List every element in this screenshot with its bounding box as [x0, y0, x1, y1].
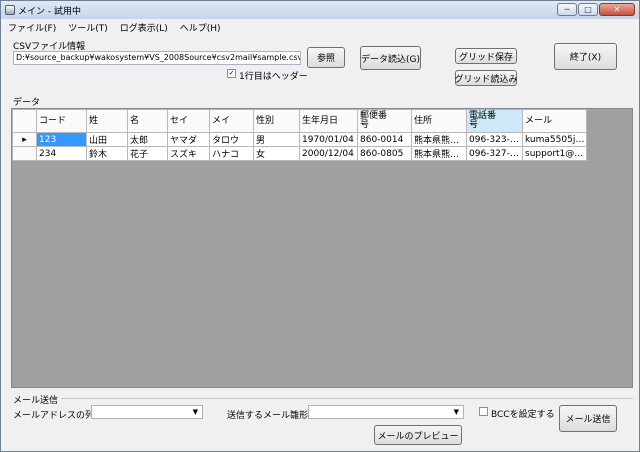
table-cell[interactable]: 2000/12/04	[299, 146, 358, 161]
dropdown-arrow-icon: ▼	[192, 408, 198, 416]
header-checkbox-label: 1行目はヘッダー	[239, 72, 308, 82]
table-cell[interactable]: スズキ	[167, 146, 210, 161]
close-button[interactable]: ✕	[599, 3, 635, 16]
bcc-checkbox[interactable]	[479, 407, 488, 416]
row-header	[12, 146, 37, 161]
table-cell[interactable]: 860-0014	[357, 132, 412, 147]
table-cell[interactable]: 花子	[127, 146, 168, 161]
table-cell[interactable]: 女	[253, 146, 300, 161]
address-column-select[interactable]: ▼	[91, 405, 203, 419]
table-cell[interactable]: kuma5505j…	[521, 132, 588, 147]
table-row[interactable]: 234 鈴木 花子 スズキ ハナコ 女 2000/12/04 860-0805 …	[12, 146, 588, 161]
column-header[interactable]: メール	[521, 109, 588, 133]
dropdown-arrow-icon: ▼	[453, 408, 459, 416]
mail-group-divider	[61, 398, 633, 399]
column-header[interactable]: 電話番 号	[466, 109, 523, 133]
data-grid[interactable]: コード 姓 名 セイ メイ 性別 生年月日 郵便番 号 住所 電話番 号 メール…	[11, 108, 633, 388]
column-header[interactable]: セイ	[167, 109, 210, 133]
table-cell[interactable]: 234	[36, 146, 87, 161]
table-cell[interactable]: 山田	[86, 132, 128, 147]
csv-path-input[interactable]: D:¥source_backup¥wakosystem¥VS_2008Sourc…	[13, 51, 301, 65]
table-cell[interactable]: タロウ	[209, 132, 254, 147]
title-bar[interactable]: メイン - 試用中 ─ □ ✕	[1, 1, 639, 19]
menu-tools[interactable]: ツール(T)	[62, 21, 114, 34]
column-header[interactable]: コード	[36, 109, 87, 133]
table-cell[interactable]: 1970/01/04	[299, 132, 358, 147]
table-cell[interactable]: 096-327-…	[466, 146, 523, 161]
main-window: メイン - 試用中 ─ □ ✕ ファイル(F) ツール(T) ログ表示(L) ヘ…	[0, 0, 640, 452]
grid-load-button[interactable]: グリッド読込み	[455, 70, 518, 86]
load-data-button[interactable]: データ読込(G)	[360, 46, 421, 70]
maximize-button[interactable]: □	[578, 3, 598, 16]
menu-log[interactable]: ログ表示(L)	[114, 21, 174, 34]
column-header[interactable]: 郵便番 号	[357, 109, 412, 133]
send-mail-button[interactable]: メール送信	[559, 405, 617, 432]
current-row-indicator: ▸	[12, 132, 37, 147]
template-label: 送信するメール雛形	[227, 411, 309, 421]
address-column-label: メールアドレスの列は	[13, 411, 104, 421]
grid-save-button[interactable]: グリッド保存	[455, 48, 517, 64]
mail-preview-button[interactable]: メールのプレビュー	[374, 425, 462, 445]
maximize-icon: □	[584, 5, 592, 14]
table-cell[interactable]: 熊本県熊…	[411, 146, 467, 161]
window-title: メイン - 試用中	[18, 6, 81, 17]
menu-bar: ファイル(F) ツール(T) ログ表示(L) ヘルプ(H)	[2, 19, 638, 35]
table-cell[interactable]: 熊本県熊…	[411, 132, 467, 147]
table-cell[interactable]: 男	[253, 132, 300, 147]
template-select[interactable]: ▼	[308, 405, 464, 419]
table-cell[interactable]: support1@…	[521, 146, 588, 161]
bcc-label: BCCを設定する	[491, 410, 555, 420]
minimize-icon: ─	[564, 5, 570, 14]
table-cell[interactable]: 鈴木	[86, 146, 128, 161]
table-row[interactable]: ▸ 123 山田 太郎 ヤマダ タロウ 男 1970/01/04 860-001…	[12, 132, 588, 147]
menu-file[interactable]: ファイル(F)	[2, 21, 62, 34]
minimize-button[interactable]: ─	[557, 3, 577, 16]
table-cell[interactable]: ハナコ	[209, 146, 254, 161]
column-header[interactable]: 住所	[411, 109, 467, 133]
column-header[interactable]: 性別	[253, 109, 300, 133]
column-header[interactable]: 姓	[86, 109, 128, 133]
data-section-label: データ	[13, 98, 41, 108]
app-icon	[5, 5, 15, 15]
column-header[interactable]: 名	[127, 109, 168, 133]
close-icon: ✕	[613, 5, 621, 14]
table-cell[interactable]: 太郎	[127, 132, 168, 147]
table-cell[interactable]: ヤマダ	[167, 132, 210, 147]
column-header[interactable]: 生年月日	[299, 109, 358, 133]
data-table: コード 姓 名 セイ メイ 性別 生年月日 郵便番 号 住所 電話番 号 メール…	[12, 109, 588, 161]
menu-help[interactable]: ヘルプ(H)	[174, 21, 227, 34]
header-checkbox[interactable]: ✓	[227, 69, 236, 78]
browse-button[interactable]: 参照	[307, 47, 345, 68]
window-controls: ─ □ ✕	[556, 3, 635, 16]
table-cell[interactable]: 860-0805	[357, 146, 412, 161]
mail-group-label: メール送信	[13, 396, 59, 406]
row-header-corner	[12, 109, 37, 133]
table-header-row: コード 姓 名 セイ メイ 性別 生年月日 郵便番 号 住所 電話番 号 メール	[12, 109, 588, 133]
table-cell[interactable]: 123	[36, 132, 87, 147]
exit-button[interactable]: 終了(X)	[554, 43, 617, 70]
check-icon: ✓	[228, 69, 235, 77]
column-header[interactable]: メイ	[209, 109, 254, 133]
table-cell[interactable]: 096-323-…	[466, 132, 523, 147]
